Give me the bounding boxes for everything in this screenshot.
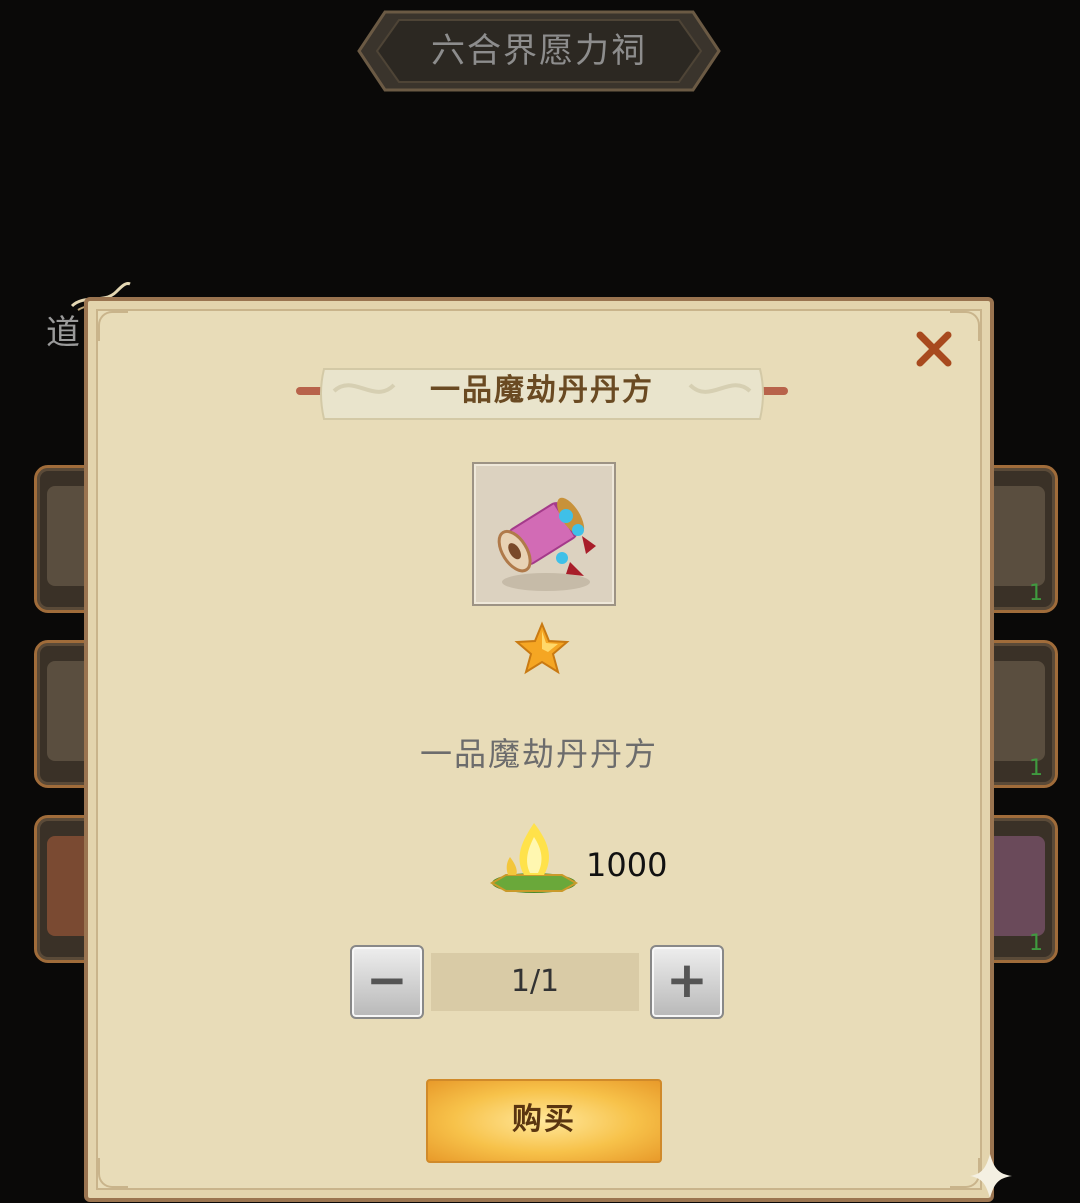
price-amount: 1000 <box>586 846 668 884</box>
plus-icon: + <box>666 951 708 1009</box>
star-rating-icon <box>514 621 570 675</box>
quantity-decrease-button[interactable]: − <box>350 945 424 1019</box>
top-title-plaque: 六合界愿力祠 <box>355 8 723 94</box>
page-title: 六合界愿力祠 <box>431 31 647 71</box>
quantity-display: 1/1 <box>431 953 639 1011</box>
minus-icon: − <box>366 951 408 1009</box>
quantity-increase-button[interactable]: + <box>650 945 724 1019</box>
item-icon-frame <box>472 462 616 606</box>
purchase-dialog: 一品魔劫丹丹方 一品魔劫丹丹方 1000 − 1/1 + 购买 <box>84 297 994 1202</box>
side-category-label: 道 <box>46 313 80 353</box>
sparkle-decoration-icon <box>970 1154 1012 1198</box>
dialog-title: 一品魔劫丹丹方 <box>430 373 654 408</box>
dialog-corner-ornament <box>98 311 128 341</box>
dialog-header-scroll: 一品魔劫丹丹方 <box>294 359 790 429</box>
dialog-corner-ornament <box>98 1158 128 1188</box>
item-name: 一品魔劫丹丹方 <box>419 735 658 773</box>
buy-button[interactable]: 购买 <box>426 1079 662 1163</box>
close-x-icon[interactable] <box>914 329 954 369</box>
item-count: 1 <box>1029 931 1043 956</box>
item-count: 1 <box>1029 756 1043 781</box>
spirit-flame-currency-icon <box>489 823 579 893</box>
dialog-corner-ornament <box>950 311 980 341</box>
recipe-scroll-icon <box>497 497 596 591</box>
item-count: 1 <box>1029 581 1043 606</box>
